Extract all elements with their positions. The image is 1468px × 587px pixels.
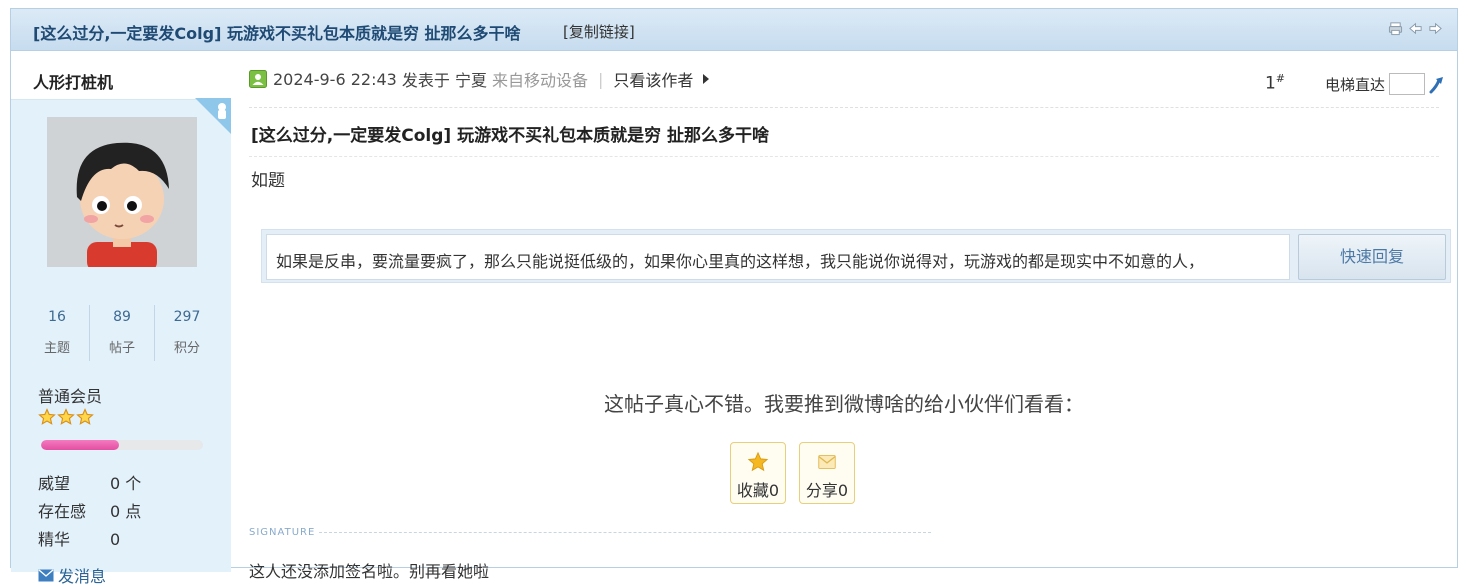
author-name[interactable]: 人形打桩机 (33, 69, 113, 93)
author-sidebar: 人形打桩机 16 主题 89 帖子 297 积分 普通会员 威望 0 个 存在感… (11, 52, 231, 586)
user-online-icon (249, 70, 267, 88)
online-status-badge-icon (195, 98, 231, 134)
stat-value: 297 (173, 309, 201, 325)
send-message-label: 发消息 (58, 567, 107, 586)
post-meta: 2024-9-6 22:43 发表于 宁夏 来自移动设备 | 只看该作者 (249, 67, 710, 91)
stat-label: 主题 (43, 341, 70, 356)
stat-value: 89 (113, 309, 131, 325)
next-thread-icon[interactable] (1428, 21, 1443, 36)
caret-right-icon[interactable] (703, 74, 710, 84)
signature-dash (319, 532, 931, 533)
attr-prestige: 威望 0 个 (38, 470, 141, 494)
quick-reply-button[interactable]: 快速回复 (1298, 234, 1446, 280)
envelope-icon (38, 568, 54, 581)
attr-label: 精华 (38, 530, 71, 549)
thread-tools (1388, 21, 1443, 36)
stat-posts[interactable]: 89 帖子 (90, 305, 155, 361)
attr-label: 存在感 (38, 502, 87, 521)
rank-star-icon (38, 408, 56, 425)
only-author-link[interactable]: 只看该作者 (613, 67, 693, 91)
rank-star-icon (57, 408, 75, 425)
attr-presence: 存在感 0 点 (38, 498, 141, 522)
rank-star-icon (76, 408, 94, 425)
stat-label: 帖子 (108, 341, 135, 356)
avatar[interactable] (47, 117, 197, 267)
post-device: 来自移动设备 (492, 71, 589, 90)
attr-value: 0 点 (110, 502, 142, 521)
signature-label: SIGNATURE (249, 527, 316, 538)
meta-separator: | (598, 69, 604, 89)
post-location: 发表于 宁夏 (401, 71, 488, 90)
level-progress-bar (41, 440, 203, 450)
author-name-bar: 人形打桩机 (11, 52, 231, 100)
share-button[interactable]: 分享0 (799, 442, 855, 504)
post-content: 2024-9-6 22:43 发表于 宁夏 来自移动设备 | 只看该作者 1# … (249, 52, 1451, 581)
envelope-share-icon (818, 455, 836, 469)
floor-jump-label: 电梯直达 (1324, 76, 1385, 94)
thread-frame: [这么过分,一定要发Colg] 玩游戏不买礼包本质就是穷 扯那么多干啥 [复制链… (10, 8, 1458, 586)
floor-number-suffix: # (1275, 72, 1285, 85)
title-divider (249, 156, 1439, 157)
share-prompt: 这帖子真心不错。我要推到微博啥的给小伙伴们看看： (604, 392, 1084, 416)
attr-digest: 精华 0 (38, 526, 120, 550)
post-body: 如题 (251, 171, 285, 191)
favorite-label: 收藏0 (736, 481, 780, 500)
floor-jump-input[interactable] (1389, 73, 1425, 95)
quick-reply-input[interactable]: 如果是反串，要流量要疯了，那么只能说挺低级的，如果你心里真的这样想，我只能说你说… (266, 234, 1290, 280)
signature-divider: SIGNATURE (249, 527, 931, 538)
stat-value: 16 (48, 309, 66, 325)
signature-text: 这人还没添加签名啦。别再看她啦 (249, 562, 490, 581)
floor-number-value: 1 (1264, 73, 1276, 94)
stat-threads[interactable]: 16 主题 (25, 305, 90, 361)
print-icon[interactable] (1388, 21, 1403, 36)
post-date: 2024-9-6 22:43 (273, 69, 397, 89)
attr-label: 威望 (38, 474, 71, 493)
avatar-image (47, 117, 197, 267)
star-icon (747, 451, 769, 472)
meta-divider (249, 107, 1439, 108)
thread-title: [这么过分,一定要发Colg] 玩游戏不买礼包本质就是穷 扯那么多干啥 (33, 24, 521, 43)
author-stats: 16 主题 89 帖子 297 积分 (25, 305, 219, 361)
attr-value: 0 (110, 530, 121, 549)
floor-jump-go-icon[interactable] (1427, 74, 1449, 96)
copy-link-button[interactable]: [复制链接] (563, 21, 635, 42)
thread-header: [这么过分,一定要发Colg] 玩游戏不买礼包本质就是穷 扯那么多干啥 [复制链… (11, 9, 1457, 51)
attr-value: 0 个 (110, 474, 142, 493)
previous-thread-icon[interactable] (1408, 21, 1423, 36)
stat-points[interactable]: 297 积分 (155, 305, 219, 361)
floor-number[interactable]: 1# (1265, 72, 1285, 94)
share-label: 分享0 (805, 481, 849, 500)
favorite-button[interactable]: 收藏0 (730, 442, 786, 504)
level-progress-fill (41, 440, 119, 450)
rank-stars (38, 408, 94, 426)
send-message-link[interactable]: 发消息 (38, 563, 106, 587)
quick-reply-box: 如果是反串，要流量要疯了，那么只能说挺低级的，如果你心里真的这样想，我只能说你说… (261, 229, 1451, 283)
stat-label: 积分 (173, 341, 200, 356)
member-group[interactable]: 普通会员 (38, 383, 102, 407)
post-title: [这么过分,一定要发Colg] 玩游戏不买礼包本质就是穷 扯那么多干啥 (251, 126, 769, 146)
